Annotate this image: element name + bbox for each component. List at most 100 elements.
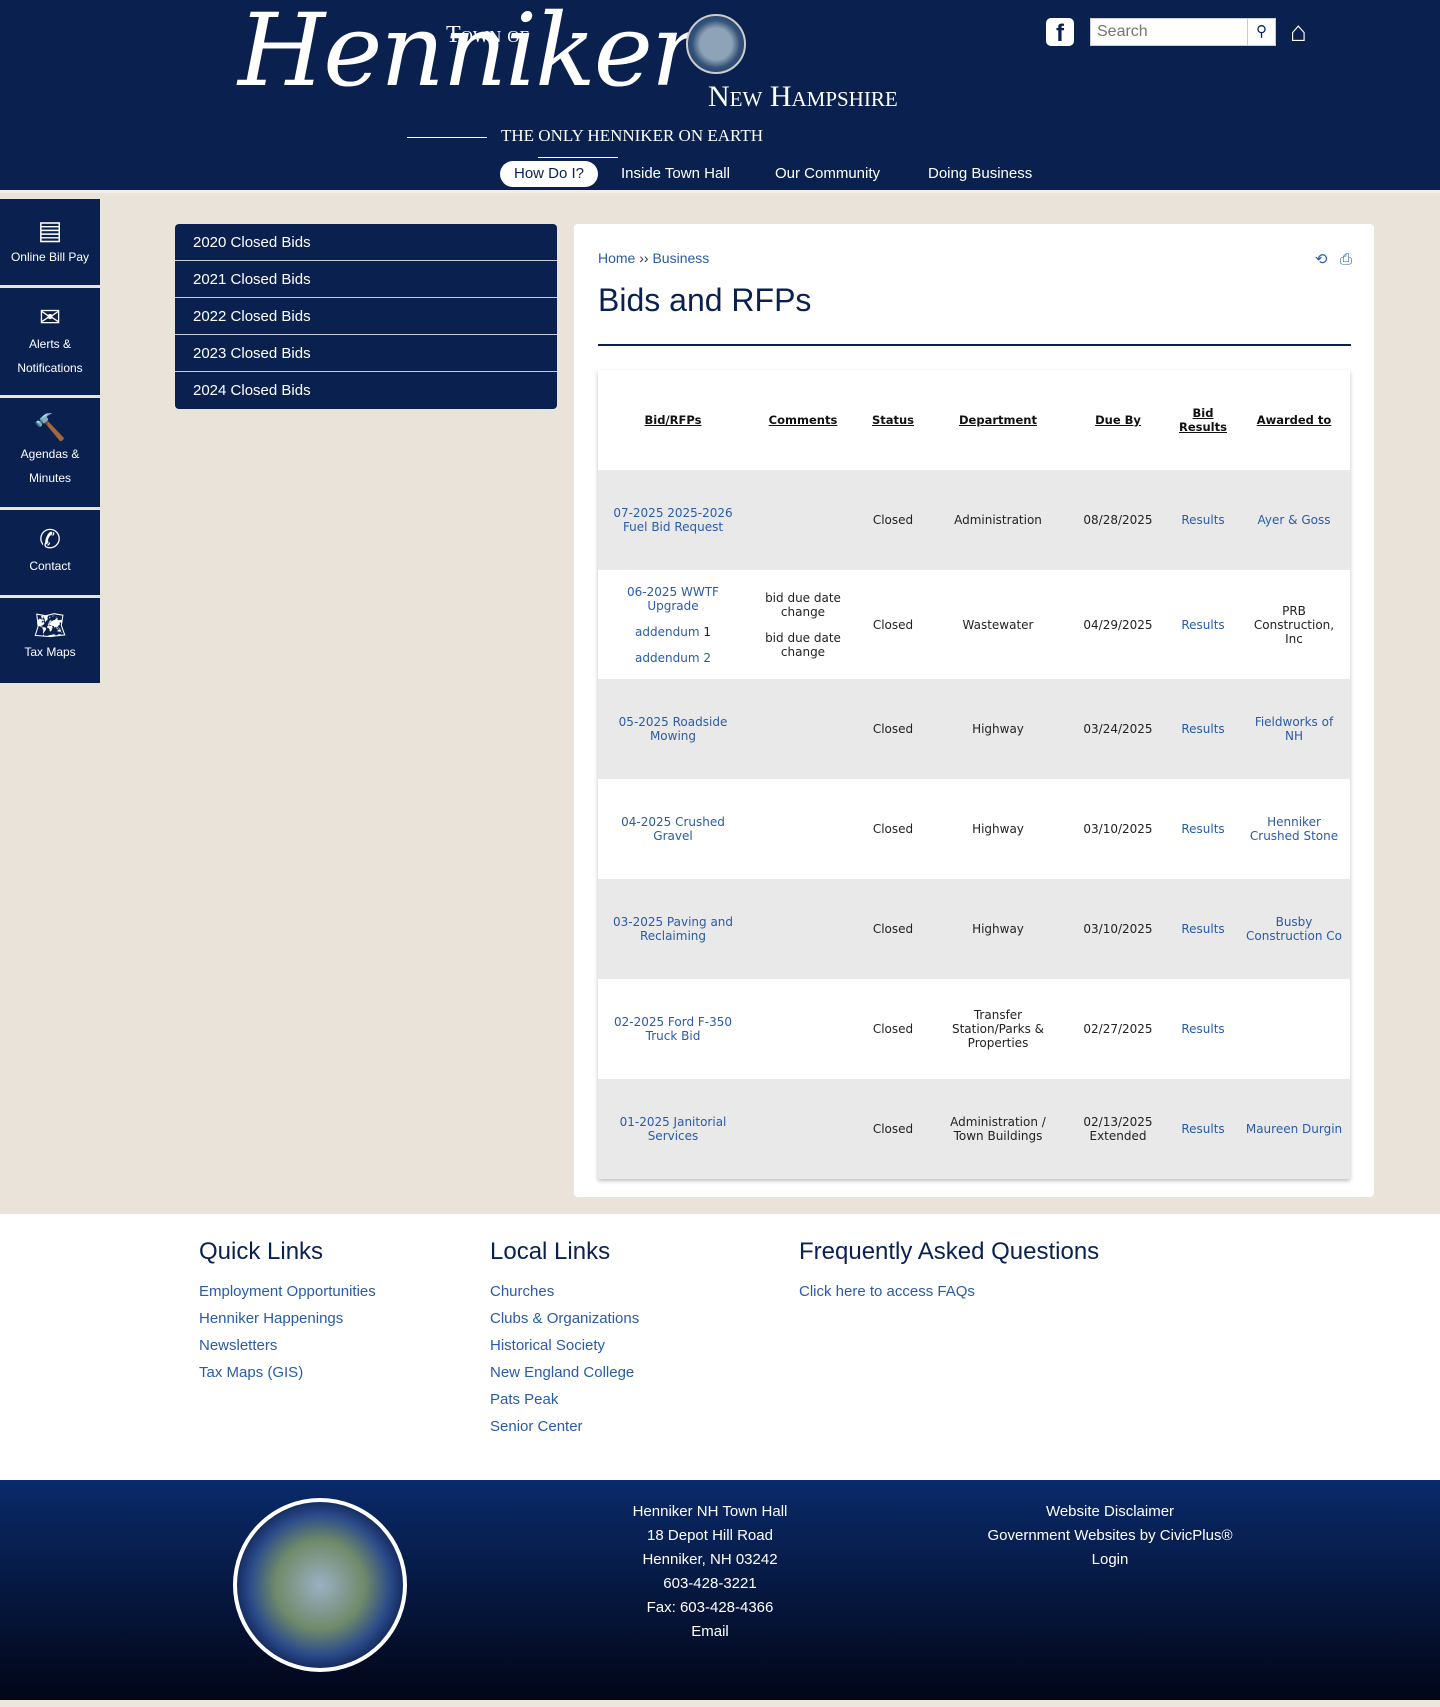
breadcrumb-business[interactable]: Business bbox=[652, 250, 709, 266]
addendum-line: addendum 1 bbox=[604, 625, 742, 639]
logo-name: Henniker bbox=[238, 0, 699, 109]
content-card: Home ›› Business ⟲ ⎙ Bids and RFPs Bid/R… bbox=[574, 224, 1374, 1197]
town-logo[interactable]: Henniker Town of New Hampshire THE ONLY … bbox=[238, 0, 918, 150]
address-line: 18 Depot Hill Road bbox=[647, 1527, 773, 1544]
footer-link[interactable]: Click here to access FAQs bbox=[799, 1278, 975, 1305]
quick-link-online-bill-pay[interactable]: ▤ Online Bill Pay bbox=[0, 199, 100, 285]
addendum-link[interactable]: addendum 2 bbox=[635, 651, 711, 665]
quick-link-agendas[interactable]: 🔨 Agendas & Minutes bbox=[0, 398, 100, 507]
footer-link[interactable]: Clubs & Organizations bbox=[490, 1305, 639, 1332]
status-cell: Closed bbox=[872, 722, 914, 736]
submenu-2023[interactable]: 2023 Closed Bids bbox=[175, 335, 557, 372]
comments-cell bbox=[748, 470, 858, 570]
column-header[interactable]: Department bbox=[928, 370, 1068, 470]
results-link[interactable]: Results bbox=[1168, 879, 1238, 979]
comments-cell: bid due date change bid due date change bbox=[748, 570, 858, 679]
footer-address: Henniker NH Town Hall 18 Depot Hill Road H… bbox=[560, 1500, 860, 1644]
department-cell: Highway bbox=[972, 822, 1024, 836]
breadcrumb-home[interactable]: Home bbox=[598, 250, 635, 266]
addendum-link[interactable]: addendum bbox=[635, 625, 700, 639]
footer-link[interactable]: Newsletters bbox=[199, 1332, 376, 1359]
results-link[interactable]: Results bbox=[1168, 570, 1238, 679]
address-line: 603-428-3221 bbox=[663, 1575, 757, 1592]
credit-card-icon: ▤ bbox=[37, 215, 63, 245]
column-header[interactable]: Awarded to bbox=[1238, 370, 1350, 470]
footer-link[interactable]: Pats Peak bbox=[490, 1386, 639, 1413]
quick-link-contact[interactable]: ✆ Contact bbox=[0, 510, 100, 595]
footer-link[interactable]: New England College bbox=[490, 1359, 639, 1386]
bid-link[interactable]: 04-2025 Crushed Gravel bbox=[604, 815, 742, 843]
column-header[interactable]: Bid Results bbox=[1168, 370, 1238, 470]
awarded-cell bbox=[1238, 979, 1350, 1079]
footer-link[interactable]: Senior Center bbox=[490, 1413, 639, 1440]
results-link[interactable]: Results bbox=[1168, 1079, 1238, 1179]
page-title: Bids and RFPs bbox=[598, 282, 812, 318]
quick-link-tax-maps[interactable]: 🗺 Tax Maps bbox=[0, 598, 100, 683]
results-link[interactable]: Results bbox=[1168, 779, 1238, 879]
awarded-cell[interactable]: Fieldworks of NH bbox=[1238, 679, 1350, 779]
share-icon[interactable]: ⟲ bbox=[1315, 251, 1328, 268]
nav-doing-business[interactable]: Doing Business bbox=[928, 161, 1032, 187]
town-seal-logo bbox=[233, 1498, 407, 1672]
bottom-strip bbox=[0, 1700, 1440, 1707]
bid-link[interactable]: 07-2025 2025-2026 Fuel Bid Request bbox=[604, 506, 742, 534]
department-cell: Administration bbox=[954, 513, 1042, 527]
due-cell: 03/10/2025 bbox=[1083, 922, 1153, 936]
results-link[interactable]: Results bbox=[1168, 679, 1238, 779]
home-icon[interactable]: ⌂ bbox=[1290, 16, 1307, 48]
quick-link-alerts[interactable]: ✉ Alerts & Notifications bbox=[0, 288, 100, 395]
bid-link[interactable]: 01-2025 Janitorial Services bbox=[604, 1115, 742, 1143]
awarded-cell[interactable]: Ayer & Goss bbox=[1238, 470, 1350, 570]
awarded-cell[interactable]: Maureen Durgin bbox=[1238, 1079, 1350, 1179]
town-seal-icon bbox=[686, 14, 746, 74]
results-link[interactable]: Results bbox=[1168, 470, 1238, 570]
bid-link[interactable]: 02-2025 Ford F-350 Truck Bid bbox=[604, 1015, 742, 1043]
local-links-heading: Local Links bbox=[490, 1238, 611, 1265]
submenu-2020[interactable]: 2020 Closed Bids bbox=[175, 224, 557, 261]
faq-heading: Frequently Asked Questions bbox=[799, 1238, 1100, 1265]
bid-link[interactable]: 03-2025 Paving and Reclaiming bbox=[604, 915, 742, 943]
title-divider bbox=[598, 344, 1351, 346]
footer-link[interactable]: Churches bbox=[490, 1278, 639, 1305]
submenu-2022[interactable]: 2022 Closed Bids bbox=[175, 298, 557, 335]
footer-link[interactable]: Henniker Happenings bbox=[199, 1305, 376, 1332]
site-header: Henniker Town of New Hampshire THE ONLY … bbox=[0, 0, 1440, 193]
department-cell: Transfer Station/Parks & Properties bbox=[951, 1008, 1045, 1050]
column-header[interactable]: Bid/RFPs bbox=[598, 370, 748, 470]
search-input[interactable] bbox=[1091, 19, 1246, 45]
due-cell: 02/27/2025 bbox=[1083, 1022, 1153, 1036]
email-link[interactable]: Email bbox=[560, 1620, 860, 1644]
submenu-2024[interactable]: 2024 Closed Bids bbox=[175, 372, 557, 409]
bid-link[interactable]: 06-2025 WWTF Upgrade bbox=[604, 585, 742, 613]
breadcrumb-separator: ›› bbox=[639, 250, 649, 266]
footer-site-link[interactable]: Government Websites by CivicPlus® bbox=[960, 1524, 1260, 1548]
awarded-cell[interactable]: Henniker Crushed Stone bbox=[1238, 779, 1350, 879]
search-icon[interactable]: ⚲ bbox=[1247, 19, 1275, 45]
column-header[interactable]: Status bbox=[858, 370, 928, 470]
nav-inside-town-hall[interactable]: Inside Town Hall bbox=[621, 161, 730, 187]
awarded-cell[interactable]: Busby Construction Co bbox=[1238, 879, 1350, 979]
results-link[interactable]: Results bbox=[1168, 979, 1238, 1079]
breadcrumb: Home ›› Business bbox=[598, 250, 709, 266]
footer-site-link[interactable]: Website Disclaimer bbox=[960, 1500, 1260, 1524]
column-header[interactable]: Due By bbox=[1068, 370, 1168, 470]
nav-our-community[interactable]: Our Community bbox=[775, 161, 880, 187]
status-cell: Closed bbox=[872, 617, 914, 632]
logo-tagline: THE ONLY HENNIKER ON EARTH bbox=[358, 126, 798, 166]
facebook-icon[interactable]: f bbox=[1046, 18, 1074, 47]
bid-cell: 01-2025 Janitorial Services bbox=[598, 1079, 748, 1179]
print-icon[interactable]: ⎙ bbox=[1340, 251, 1352, 268]
footer-site-link[interactable]: Login bbox=[960, 1548, 1260, 1572]
quick-link-label: Agendas & Minutes bbox=[20, 447, 80, 485]
footer-link[interactable]: Employment Opportunities bbox=[199, 1278, 376, 1305]
column-header[interactable]: Comments bbox=[748, 370, 858, 470]
submenu-2021[interactable]: 2021 Closed Bids bbox=[175, 261, 557, 298]
bid-cell: 05-2025 Roadside Mowing bbox=[598, 679, 748, 779]
footer-link[interactable]: Historical Society bbox=[490, 1332, 639, 1359]
bid-link[interactable]: 05-2025 Roadside Mowing bbox=[604, 715, 742, 743]
address-line: Henniker NH Town Hall bbox=[632, 1503, 788, 1520]
comment-text: bid due date change bbox=[765, 590, 841, 619]
addendum-suffix: 1 bbox=[699, 624, 711, 639]
footer-link[interactable]: Tax Maps (GIS) bbox=[199, 1359, 376, 1386]
nav-how-do-i[interactable]: How Do I? bbox=[500, 161, 599, 187]
